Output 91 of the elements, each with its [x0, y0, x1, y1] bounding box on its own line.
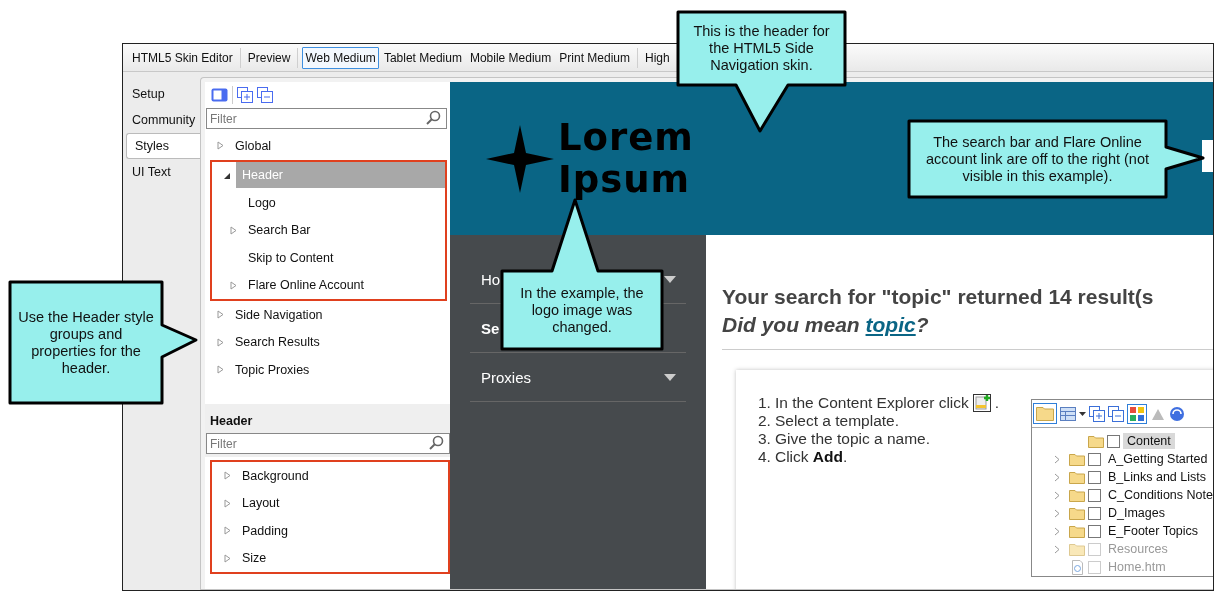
nav-link[interactable]: Ho — [481, 270, 501, 288]
side-tab[interactable]: Styles — [126, 133, 200, 159]
collapse-all-icon[interactable] — [1108, 405, 1124, 422]
star-icon — [486, 124, 554, 193]
tree-item[interactable]: Content — [1123, 433, 1175, 449]
search-field[interactable] — [1202, 140, 1213, 172]
callout-text: This is the header for the HTML5 Side Navigation skin. — [692, 22, 831, 75]
folder-icon — [1069, 542, 1085, 556]
search-icon — [425, 110, 441, 126]
tree-item[interactable]: Logo — [242, 189, 445, 216]
tree-item[interactable]: C_Conditions Note — [1104, 487, 1213, 503]
tree-item[interactable]: Layout — [236, 490, 448, 517]
callout-text: The search bar and Flare Online account link are off to the right (not visible in this example). — [925, 132, 1150, 186]
step-text: Click Add. — [774, 448, 848, 466]
toolbar-tab[interactable]: High — [642, 46, 673, 69]
checkbox[interactable] — [1088, 488, 1101, 502]
tree-item[interactable]: Topic Proxies — [229, 356, 447, 383]
tree-item[interactable]: A_Getting Started — [1104, 451, 1212, 467]
folder-icon — [1069, 506, 1085, 520]
checkbox[interactable] — [1088, 452, 1101, 466]
collapsed-arrow-icon[interactable] — [216, 337, 224, 347]
side-tab[interactable]: UI Text — [123, 159, 200, 185]
section-title: Header — [209, 413, 254, 430]
step-text: In the Content Explorer click — [774, 394, 969, 412]
step-number: 3. — [758, 430, 771, 448]
checkbox[interactable] — [1107, 434, 1120, 448]
toolbar-tab[interactable]: Print Medium — [556, 46, 633, 69]
collapsed-arrow-icon[interactable] — [223, 553, 231, 563]
expand-all-icon[interactable] — [237, 87, 253, 103]
checkbox[interactable] — [1088, 470, 1101, 484]
collapsed-arrow-icon[interactable] — [229, 280, 237, 290]
step-text: Give the topic a name. — [774, 430, 931, 448]
folder-icon — [1069, 452, 1085, 466]
callout-text: Use the Header style groups and properties for the header. — [17, 307, 155, 378]
tree-item[interactable]: B_Links and Lists — [1104, 469, 1210, 485]
step-number: 1. — [758, 394, 771, 412]
step-number: 2. — [758, 412, 771, 430]
collapsed-arrow-icon[interactable] — [229, 225, 237, 235]
color-tiles-icon[interactable] — [1130, 406, 1144, 421]
collapse-all-icon[interactable] — [257, 87, 273, 103]
logo-text: Ipsum — [558, 158, 692, 201]
toolbar-tab[interactable]: Mobile Medium — [466, 46, 555, 69]
suggestion-text: Did you mean topic? — [722, 311, 1213, 350]
tree-item[interactable]: E_Footer Topics — [1104, 523, 1203, 539]
toolbar-tab[interactable]: HTML5 Skin Editor — [129, 46, 236, 69]
search-icon — [428, 435, 444, 451]
caret-icon[interactable] — [1079, 411, 1086, 416]
filter-field[interactable]: Filter — [206, 433, 450, 454]
tree-item[interactable]: Skip to Content — [242, 244, 445, 271]
logo-text: Lorem — [558, 116, 694, 159]
collapsed-arrow-icon[interactable] — [223, 498, 231, 508]
folder-icon[interactable] — [1036, 406, 1054, 421]
new-topic-icon — [972, 394, 991, 412]
collapsed-arrow-icon[interactable] — [216, 141, 224, 151]
grid-icon[interactable] — [1060, 406, 1076, 421]
checkbox[interactable] — [1088, 524, 1101, 538]
step-number: 4. — [758, 448, 771, 466]
tree-item[interactable]: Size — [236, 545, 448, 572]
folder-icon — [1069, 488, 1085, 502]
suggestion-link[interactable]: topic — [865, 313, 916, 336]
nav-link[interactable]: Proxies — [481, 368, 532, 386]
tree-item[interactable]: D_Images — [1104, 505, 1169, 521]
folder-icon — [1069, 524, 1085, 538]
collapsed-arrow-icon[interactable] — [223, 526, 231, 536]
checkbox[interactable] — [1088, 506, 1101, 520]
refresh-icon[interactable] — [1169, 405, 1185, 422]
toolbar-tab[interactable]: Preview — [244, 46, 294, 69]
collapsed-arrow-icon[interactable] — [216, 310, 224, 320]
tree-item[interactable]: Flare Online Account — [242, 272, 445, 299]
tree-item[interactable]: Search Bar — [242, 217, 445, 244]
toolbar-tab[interactable]: Tablet Medium — [380, 46, 465, 69]
tree-item[interactable]: Background — [236, 462, 448, 489]
collapsed-arrow-icon[interactable] — [216, 365, 224, 375]
side-tab[interactable]: Community — [123, 107, 200, 133]
toolbar-tab[interactable]: Web Medium — [302, 46, 379, 69]
results-heading: Your search for "topic" returned 14 result(s — [722, 284, 1155, 310]
side-tab[interactable]: Setup — [123, 81, 200, 107]
step-text: Select a template. — [774, 412, 899, 430]
tree-item[interactable]: Side Navigation — [229, 301, 447, 328]
tree-item[interactable]: Padding — [236, 517, 448, 544]
step-punctuation: . — [994, 394, 1000, 412]
expand-all-icon[interactable] — [1089, 405, 1105, 422]
collapsed-arrow-icon[interactable] — [223, 471, 231, 481]
tree-item[interactable]: Search Results — [229, 329, 447, 356]
callout-text: In the example, the logo image was changed. — [519, 283, 645, 337]
folder-icon — [1088, 434, 1104, 448]
filter-field[interactable]: Filter — [206, 108, 447, 129]
tree-item[interactable]: Global — [229, 132, 447, 159]
panel-toggle-icon[interactable] — [211, 88, 228, 102]
folder-icon — [1069, 470, 1085, 484]
nav-link[interactable]: Se — [481, 319, 500, 337]
